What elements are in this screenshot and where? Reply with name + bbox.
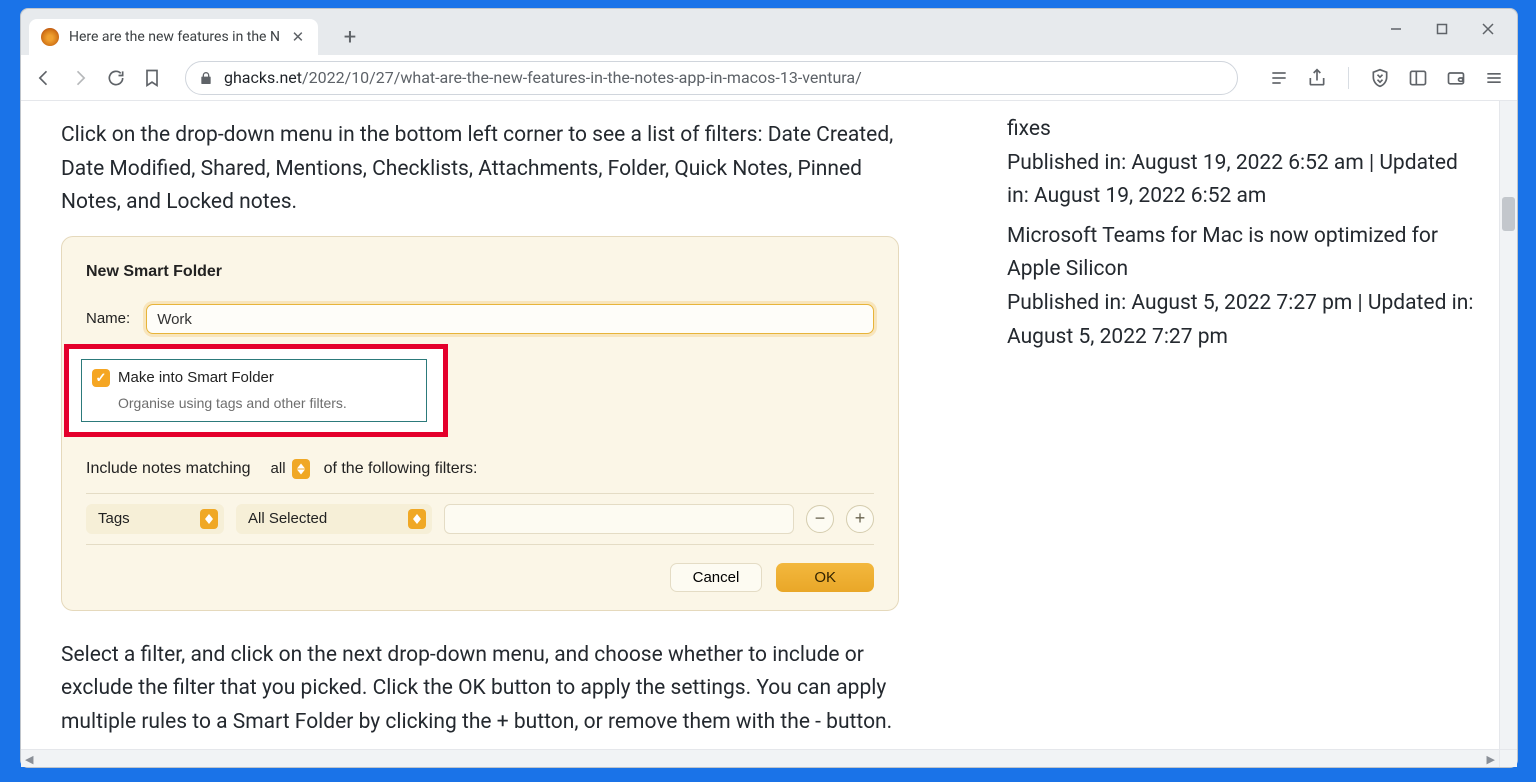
vertical-scrollbar[interactable]: [1499, 101, 1517, 749]
minimize-icon[interactable]: [1383, 16, 1409, 42]
scope-select[interactable]: all: [261, 455, 314, 483]
filter-value: All Selected: [248, 507, 327, 531]
smart-checkbox-subtitle: Organise using tags and other filters.: [118, 392, 416, 414]
ok-button[interactable]: OK: [776, 563, 874, 592]
highlight-annotation: ✓ Make into Smart Folder Organise using …: [64, 344, 448, 436]
updown-arrows-icon: [200, 509, 218, 529]
cancel-button[interactable]: Cancel: [670, 563, 763, 592]
browser-window: Here are the new features in the N ✕ + g…: [20, 8, 1518, 768]
remove-filter-button[interactable]: −: [806, 505, 834, 533]
sidebar-link-fragment[interactable]: fixes: [1007, 113, 1477, 147]
filter-drop-field[interactable]: [444, 504, 794, 534]
dialog-buttons: Cancel OK: [86, 563, 874, 592]
include-row: Include notes matching all of the follow…: [86, 449, 874, 493]
address-bar[interactable]: ghacks.net/2022/10/27/what-are-the-new-f…: [185, 61, 1238, 95]
forward-icon[interactable]: [69, 67, 91, 89]
url-path: /2022/10/27/what-are-the-new-features-in…: [302, 68, 862, 87]
include-suffix: of the following filters:: [324, 456, 478, 482]
page-content: Click on the drop-down menu in the botto…: [21, 101, 1517, 767]
filter-type-value: Tags: [98, 507, 130, 531]
scrollbar-thumb[interactable]: [1502, 197, 1515, 231]
reload-icon[interactable]: [105, 67, 127, 89]
scroll-left-icon[interactable]: ◀: [25, 753, 33, 766]
tab-strip: Here are the new features in the N ✕ +: [21, 9, 1517, 55]
folder-name-input[interactable]: [146, 304, 874, 334]
menu-icon[interactable]: [1483, 67, 1505, 89]
scroll-right-icon[interactable]: ▶: [1487, 753, 1495, 766]
include-prefix: Include notes matching: [86, 456, 251, 482]
horizontal-scrollbar[interactable]: ◀ ▶: [21, 749, 1499, 767]
bookmark-icon[interactable]: [141, 67, 163, 89]
maximize-icon[interactable]: [1429, 16, 1455, 42]
close-window-icon[interactable]: [1475, 16, 1501, 42]
wallet-icon[interactable]: [1445, 67, 1467, 89]
divider: [1348, 67, 1349, 89]
filter-value-select[interactable]: All Selected: [236, 504, 432, 534]
close-tab-icon[interactable]: ✕: [290, 29, 306, 45]
checkbox-checked-icon[interactable]: ✓: [92, 369, 110, 387]
filter-builder-row: Tags All Selected: [86, 493, 874, 545]
add-filter-button[interactable]: +: [846, 505, 874, 533]
scope-value: all: [271, 457, 286, 481]
browser-tab[interactable]: Here are the new features in the N ✕: [29, 19, 318, 55]
updown-arrows-icon: [292, 459, 310, 479]
share-icon[interactable]: [1306, 67, 1328, 89]
url-domain: ghacks.net: [224, 68, 302, 87]
page-scroll[interactable]: Click on the drop-down menu in the botto…: [21, 101, 1517, 767]
article: Click on the drop-down menu in the botto…: [61, 119, 911, 756]
name-label: Name:: [86, 307, 130, 331]
sidebar-panel-icon[interactable]: [1407, 67, 1429, 89]
sidebar-meta: Published in: August 5, 2022 7:27 pm | U…: [1007, 287, 1477, 354]
updown-arrows-icon: [408, 509, 426, 529]
article-paragraph: Select a filter, and click on the next d…: [61, 639, 911, 740]
brave-shield-icon[interactable]: [1369, 67, 1391, 89]
back-icon[interactable]: [33, 67, 55, 89]
new-tab-button[interactable]: +: [336, 23, 364, 51]
smart-folder-dialog: New Smart Folder Name: ✓ Make into Smart…: [61, 236, 899, 611]
reader-icon[interactable]: [1268, 67, 1290, 89]
article-sidebar: fixes Published in: August 19, 2022 6:52…: [1007, 113, 1477, 354]
sidebar-meta: Published in: August 19, 2022 6:52 am | …: [1007, 147, 1477, 214]
smart-folder-checkbox-row[interactable]: ✓ Make into Smart Folder: [92, 366, 416, 390]
lock-icon: [198, 70, 214, 86]
name-row: Name:: [86, 304, 874, 334]
sidebar-link[interactable]: Microsoft Teams for Mac is now optimized…: [1007, 224, 1438, 282]
window-controls: [1383, 9, 1511, 49]
tab-title: Here are the new features in the N: [69, 29, 280, 45]
smart-checkbox-label: Make into Smart Folder: [118, 366, 274, 390]
article-paragraph: Click on the drop-down menu in the botto…: [61, 119, 911, 220]
dialog-title: New Smart Folder: [86, 259, 874, 285]
favicon-icon: [41, 28, 59, 46]
filter-type-select[interactable]: Tags: [86, 504, 224, 534]
scroll-corner: [1499, 749, 1517, 767]
browser-toolbar: ghacks.net/2022/10/27/what-are-the-new-f…: [21, 55, 1517, 101]
toolbar-right: [1268, 67, 1505, 89]
